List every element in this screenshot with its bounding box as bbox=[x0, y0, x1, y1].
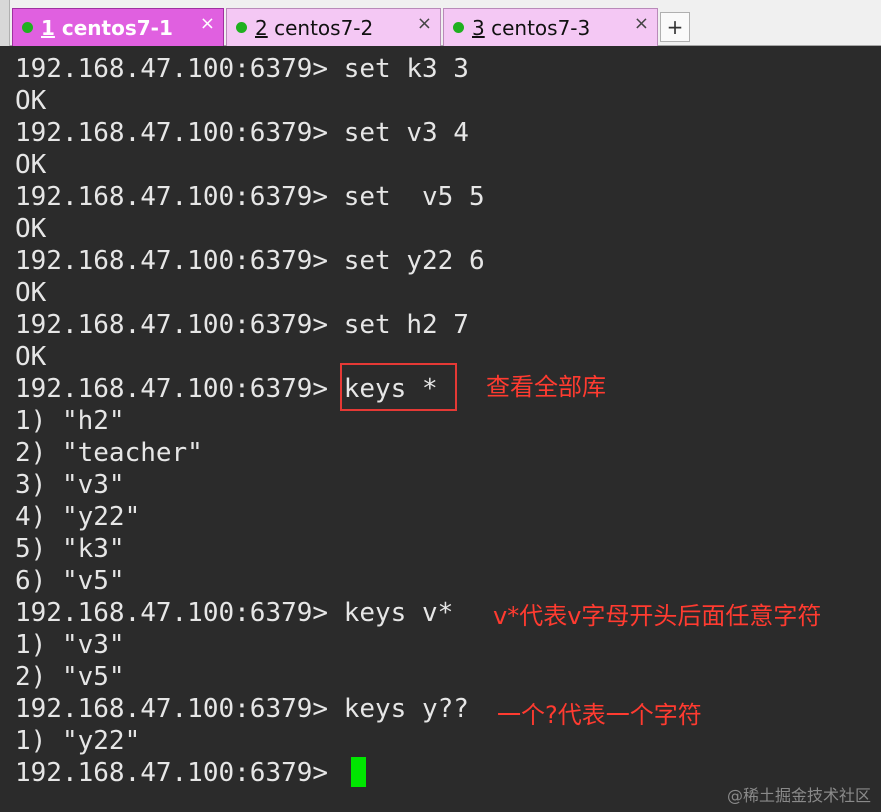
terminal-line: 192.168.47.100:6379> set v3 4 bbox=[15, 118, 469, 148]
annotation-keys-v: v*代表v字母开头后面任意字符 bbox=[493, 602, 822, 630]
tab-label: 2 centos7-2 bbox=[255, 15, 374, 40]
terminal-output[interactable]: 192.168.47.100:6379> set k3 3 OK 192.168… bbox=[0, 48, 881, 812]
highlight-box-keys-all bbox=[340, 363, 457, 411]
text-cursor bbox=[351, 757, 366, 787]
terminal-line: OK bbox=[15, 86, 47, 116]
terminal-line: 6) "v5" bbox=[15, 566, 125, 596]
terminal-line: 192.168.47.100:6379> set v5 5 bbox=[15, 182, 485, 212]
terminal-line: OK bbox=[15, 342, 47, 372]
status-dot-icon bbox=[453, 22, 464, 33]
terminal-line: 1) "v3" bbox=[15, 630, 125, 660]
terminal-line: 2) "v5" bbox=[15, 662, 125, 692]
tab-label: 3 centos7-3 bbox=[472, 15, 591, 40]
close-icon[interactable]: × bbox=[634, 15, 649, 33]
terminal-prompt: 192.168.47.100:6379> bbox=[15, 758, 344, 788]
tab-centos7-1[interactable]: 1 centos7-1 × bbox=[12, 8, 224, 46]
close-icon[interactable]: × bbox=[417, 15, 432, 33]
terminal-line: OK bbox=[15, 150, 47, 180]
tab-centos7-2[interactable]: 2 centos7-2 × bbox=[226, 8, 441, 46]
terminal-line: 5) "k3" bbox=[15, 534, 125, 564]
status-dot-icon bbox=[22, 22, 33, 33]
status-dot-icon bbox=[236, 22, 247, 33]
terminal-line: 4) "y22" bbox=[15, 502, 141, 532]
terminal-line: 192.168.47.100:6379> set k3 3 bbox=[15, 54, 469, 84]
terminal-line: 192.168.47.100:6379> set y22 6 bbox=[15, 246, 485, 276]
terminal-line: 1) "y22" bbox=[15, 726, 141, 756]
terminal-line: 192.168.47.100:6379> keys y?? bbox=[15, 694, 469, 724]
tab-bar: 1 centos7-1 × 2 centos7-2 × 3 centos7-3 … bbox=[0, 0, 881, 46]
watermark: @稀土掘金技术社区 bbox=[726, 786, 871, 805]
tab-label: 1 centos7-1 bbox=[41, 15, 173, 40]
annotation-keys-all: 查看全部库 bbox=[486, 373, 606, 401]
terminal-line: OK bbox=[15, 214, 47, 244]
terminal-line: OK bbox=[15, 278, 47, 308]
terminal-line: 3) "v3" bbox=[15, 470, 125, 500]
close-icon[interactable]: × bbox=[200, 15, 215, 33]
terminal-line: 192.168.47.100:6379> keys v* bbox=[15, 598, 454, 628]
tab-centos7-3[interactable]: 3 centos7-3 × bbox=[443, 8, 658, 46]
terminal-line: 1) "h2" bbox=[15, 406, 125, 436]
annotation-keys-y: 一个?代表一个字符 bbox=[497, 701, 702, 729]
new-tab-button[interactable]: + bbox=[660, 12, 690, 42]
terminal-line: 2) "teacher" bbox=[15, 438, 203, 468]
left-strip bbox=[0, 0, 10, 46]
terminal-window: 1 centos7-1 × 2 centos7-2 × 3 centos7-3 … bbox=[0, 0, 881, 812]
terminal-line: 192.168.47.100:6379> set h2 7 bbox=[15, 310, 469, 340]
